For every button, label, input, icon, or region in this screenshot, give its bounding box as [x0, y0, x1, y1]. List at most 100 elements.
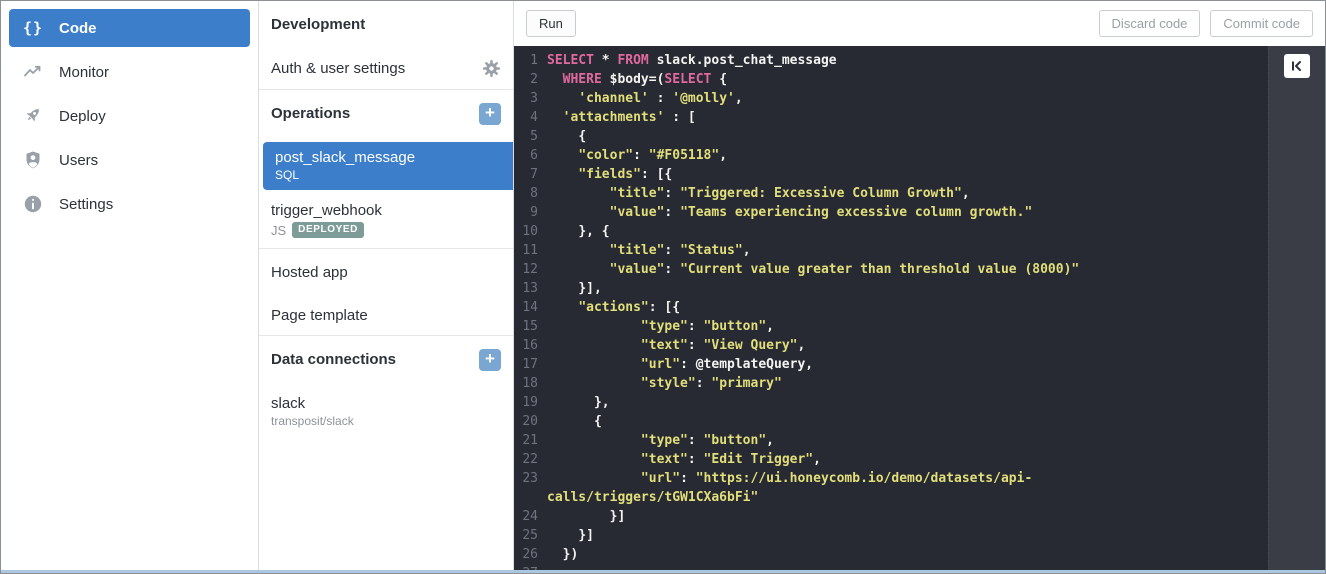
line-number: 1 — [514, 51, 538, 70]
hosted-app-item[interactable]: Hosted app — [259, 249, 513, 295]
line-number: 17 — [514, 355, 538, 374]
sidebar-item-label: Deploy — [59, 108, 106, 125]
section-title: Data connections — [271, 351, 396, 368]
page-template-item[interactable]: Page template — [259, 295, 513, 335]
line-number: 16 — [514, 336, 538, 355]
code-line[interactable]: 13 }], — [514, 279, 1268, 298]
section-development: Development — [259, 1, 513, 48]
code-line[interactable]: 6 "color": "#F05118", — [514, 146, 1268, 165]
line-number: 22 — [514, 450, 538, 469]
deployed-badge: DEPLOYED — [292, 222, 364, 238]
code-line[interactable]: 25 }] — [514, 526, 1268, 545]
operation-language: JS — [271, 223, 286, 238]
braces-icon: {} — [22, 19, 44, 37]
collapse-panel-button[interactable] — [1284, 54, 1310, 78]
operation-item-trigger-webhook[interactable]: trigger_webhook — [259, 202, 513, 219]
code-line-text: calls/triggers/tGW1CXa6bFi" — [547, 488, 758, 507]
code-area[interactable]: 1 SELECT * FROM slack.post_chat_message2 … — [514, 46, 1268, 573]
code-line[interactable]: 23 "url": "https://ui.honeycomb.io/demo/… — [514, 469, 1268, 488]
explorer-panel: Development Auth & user settings — [259, 1, 514, 573]
code-line[interactable]: calls/triggers/tGW1CXa6bFi" — [514, 488, 1268, 507]
code-line[interactable]: 21 "type": "button", — [514, 431, 1268, 450]
plus-icon: + — [485, 349, 495, 369]
add-operation-button[interactable]: + — [479, 103, 501, 125]
code-line[interactable]: 12 "value": "Current value greater than … — [514, 260, 1268, 279]
code-line[interactable]: 9 "value": "Teams experiencing excessive… — [514, 203, 1268, 222]
code-line[interactable]: 18 "style": "primary" — [514, 374, 1268, 393]
code-line-text: SELECT * FROM slack.post_chat_message — [547, 51, 837, 70]
chevron-left-icon — [1290, 59, 1304, 73]
code-line[interactable]: 14 "actions": [{ — [514, 298, 1268, 317]
connection-item-slack[interactable]: slack transposit/slack — [259, 395, 513, 428]
line-number: 14 — [514, 298, 538, 317]
code-line[interactable]: 7 "fields": [{ — [514, 165, 1268, 184]
code-line[interactable]: 2 WHERE $body=(SELECT { — [514, 70, 1268, 89]
line-number: 5 — [514, 127, 538, 146]
sidebar-item-label: Monitor — [59, 64, 109, 81]
line-number: 24 — [514, 507, 538, 526]
line-number: 4 — [514, 108, 538, 127]
plus-icon: + — [485, 103, 495, 123]
line-number: 2 — [514, 70, 538, 89]
code-line-text: "text": "Edit Trigger", — [547, 450, 821, 469]
operation-item-post-slack-message[interactable]: post_slack_message SQL — [263, 142, 513, 190]
code-line[interactable]: 4 'attachments' : [ — [514, 108, 1268, 127]
code-line[interactable]: 26 }) — [514, 545, 1268, 564]
sidebar-item-deploy[interactable]: Deploy — [9, 97, 250, 135]
code-line[interactable]: 1 SELECT * FROM slack.post_chat_message — [514, 51, 1268, 70]
line-number: 20 — [514, 412, 538, 431]
window-bottom-edge — [1, 570, 1325, 573]
sidebar-item-settings[interactable]: Settings — [9, 185, 250, 223]
code-line-text: WHERE $body=(SELECT { — [547, 70, 727, 89]
auth-settings-item[interactable]: Auth & user settings — [259, 48, 513, 89]
code-line-text: "url": "https://ui.honeycomb.io/demo/dat… — [547, 469, 1032, 488]
code-line[interactable]: 19 }, — [514, 393, 1268, 412]
code-line-text: }, { — [547, 222, 610, 241]
code-line[interactable]: 8 "title": "Triggered: Excessive Column … — [514, 184, 1268, 203]
code-line[interactable]: 3 'channel' : '@molly', — [514, 89, 1268, 108]
run-button[interactable]: Run — [526, 10, 576, 37]
code-line[interactable]: 17 "url": @templateQuery, — [514, 355, 1268, 374]
info-icon — [22, 194, 44, 214]
code-line[interactable]: 20 { — [514, 412, 1268, 431]
code-line-text: "type": "button", — [547, 317, 774, 336]
connection-subtitle: transposit/slack — [271, 414, 501, 428]
line-number: 6 — [514, 146, 538, 165]
sidebar-item-label: Users — [59, 152, 98, 169]
line-number: 3 — [514, 89, 538, 108]
line-number: 10 — [514, 222, 538, 241]
code-line[interactable]: 15 "type": "button", — [514, 317, 1268, 336]
editor-toolbar: Run Discard code Commit code — [514, 1, 1325, 46]
line-number: 12 — [514, 260, 538, 279]
line-number: 13 — [514, 279, 538, 298]
code-line[interactable]: 5 { — [514, 127, 1268, 146]
nav-sidebar: {} Code Monitor — [1, 1, 259, 573]
code-line[interactable]: 22 "text": "Edit Trigger", — [514, 450, 1268, 469]
add-connection-button[interactable]: + — [479, 349, 501, 371]
section-title: Operations — [271, 105, 350, 122]
operation-name: post_slack_message — [275, 149, 501, 166]
hosted-app-label: Hosted app — [271, 264, 348, 281]
sidebar-item-code[interactable]: {} Code — [9, 9, 250, 47]
code-line[interactable]: 16 "text": "View Query", — [514, 336, 1268, 355]
line-number: 11 — [514, 241, 538, 260]
operation-language: SQL — [275, 168, 501, 182]
code-line-text: "title": "Triggered: Excessive Column Gr… — [547, 184, 970, 203]
section-title: Development — [271, 16, 365, 33]
line-number: 19 — [514, 393, 538, 412]
code-line-text: }, — [547, 393, 610, 412]
code-line[interactable]: 11 "title": "Status", — [514, 241, 1268, 260]
code-line-text: "style": "primary" — [547, 374, 782, 393]
discard-code-button[interactable]: Discard code — [1099, 10, 1201, 37]
code-line[interactable]: 10 }, { — [514, 222, 1268, 241]
gear-icon[interactable] — [482, 59, 501, 78]
sidebar-item-monitor[interactable]: Monitor — [9, 53, 250, 91]
line-number: 18 — [514, 374, 538, 393]
editor-side-rail — [1268, 46, 1325, 573]
sidebar-item-users[interactable]: Users — [9, 141, 250, 179]
line-number: 21 — [514, 431, 538, 450]
code-line-text: "title": "Status", — [547, 241, 751, 260]
commit-code-button[interactable]: Commit code — [1210, 10, 1313, 37]
line-number: 8 — [514, 184, 538, 203]
code-line[interactable]: 24 }] — [514, 507, 1268, 526]
